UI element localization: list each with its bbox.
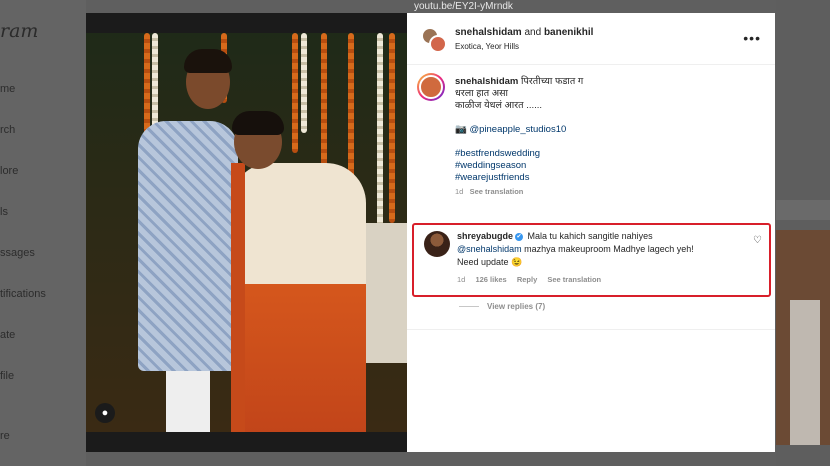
photo-woman-hair bbox=[232, 111, 284, 135]
camera-icon: 📷 bbox=[455, 124, 467, 135]
background-sidebar: ram bbox=[0, 0, 86, 466]
post-modal: ● snehalshidam and banenikhil Exotica, Y… bbox=[86, 13, 775, 452]
background-thumbnail bbox=[776, 230, 830, 445]
comment-avatar[interactable] bbox=[424, 231, 450, 257]
comment-time: 1d bbox=[457, 275, 466, 284]
caption-line-1: पिरतीच्या फडात ग bbox=[521, 76, 584, 87]
background-nav-item: rch bbox=[0, 124, 16, 136]
comment-see-translation[interactable]: See translation bbox=[547, 275, 601, 284]
caption-line-2: धरला हात असा bbox=[455, 88, 508, 99]
more-options-icon[interactable]: ••• bbox=[743, 30, 761, 46]
background-nav-item: me bbox=[0, 83, 16, 95]
background-nav-item: re bbox=[0, 430, 10, 442]
comment-line-3: Need update 😉 bbox=[457, 257, 523, 267]
like-comment-heart-icon[interactable]: ♡ bbox=[753, 235, 762, 246]
photo-man-legs bbox=[166, 363, 210, 432]
caption-time: 1d bbox=[455, 187, 464, 196]
background-url: youtu.be/EY2I-yMrndk bbox=[414, 1, 513, 12]
caption-username[interactable]: snehalshidam bbox=[455, 76, 518, 87]
background-nav-item: lore bbox=[0, 165, 19, 177]
comment-line-2: mazhya makeuproom Madhye lagech yeh! bbox=[521, 244, 694, 254]
author-link-1[interactable]: snehalshidam bbox=[455, 27, 522, 38]
post-authors: snehalshidam and banenikhil bbox=[455, 27, 593, 38]
divider bbox=[407, 329, 775, 330]
comment-meta: 1d 126 likes Reply See translation bbox=[457, 275, 609, 284]
post-photo: ● bbox=[86, 13, 407, 452]
background-nav-item: ls bbox=[0, 206, 8, 218]
photo-man-hair bbox=[184, 49, 232, 73]
garland bbox=[292, 33, 298, 153]
background-nav-item: tifications bbox=[0, 288, 46, 300]
background-nav-item: ssages bbox=[0, 247, 35, 259]
collab-avatars[interactable] bbox=[421, 27, 447, 53]
garland bbox=[301, 33, 307, 133]
avatar bbox=[429, 35, 447, 53]
author-link-2[interactable]: banenikhil bbox=[544, 27, 593, 38]
caption-line-3: काळीज येधलं आरत ...... bbox=[455, 100, 543, 111]
photo-woman bbox=[231, 163, 366, 432]
highlighted-comment: shreyabugde ✔ Mala tu kahich sangitle nah… bbox=[412, 223, 771, 297]
post-panel: snehalshidam and banenikhil Exotica, Yeo… bbox=[407, 13, 775, 452]
post-header: snehalshidam and banenikhil Exotica, Yeo… bbox=[407, 13, 775, 65]
view-replies-label: View replies (7) bbox=[487, 302, 546, 311]
hashtag-link[interactable]: #wearejustfriends bbox=[455, 172, 583, 184]
background-card bbox=[776, 200, 830, 220]
verified-badge-icon: ✔ bbox=[515, 232, 524, 241]
replies-divider-line bbox=[459, 306, 479, 308]
caption-text: snehalshidam पिरतीच्या फडात ग धरला हात अ… bbox=[455, 76, 583, 198]
caption-avatar[interactable] bbox=[417, 73, 445, 101]
hashtag-link[interactable]: #weddingseason bbox=[455, 160, 583, 172]
photo-scene bbox=[86, 33, 407, 432]
view-replies-button[interactable]: View replies (7) bbox=[459, 302, 545, 311]
garland bbox=[389, 33, 395, 223]
photo-man bbox=[138, 121, 238, 371]
background-nav-item: file bbox=[0, 370, 15, 382]
comment-username[interactable]: shreyabugde bbox=[457, 231, 513, 241]
caption-see-translation[interactable]: See translation bbox=[470, 187, 524, 196]
user-tag-icon[interactable]: ● bbox=[95, 403, 115, 423]
comment-mention-link[interactable]: @snehalshidam bbox=[457, 244, 522, 254]
background-nav-item: ate bbox=[0, 329, 16, 341]
photo-saree-border bbox=[231, 163, 245, 432]
comment-line-1: Mala tu kahich sangitle nahiyes bbox=[527, 231, 653, 241]
studio-mention-link[interactable]: @pineapple_studios10 bbox=[469, 124, 566, 135]
reply-button[interactable]: Reply bbox=[517, 275, 537, 284]
hashtag-link[interactable]: #bestfrendswedding bbox=[455, 148, 583, 160]
comment-likes[interactable]: 126 likes bbox=[475, 275, 506, 284]
comment-text: shreyabugde ✔ Mala tu kahich sangitle nah… bbox=[457, 230, 747, 269]
location-link[interactable]: Exotica, Yeor Hills bbox=[455, 42, 519, 51]
author-and-text: and bbox=[521, 27, 544, 38]
instagram-logo-partial: ram bbox=[0, 20, 39, 42]
